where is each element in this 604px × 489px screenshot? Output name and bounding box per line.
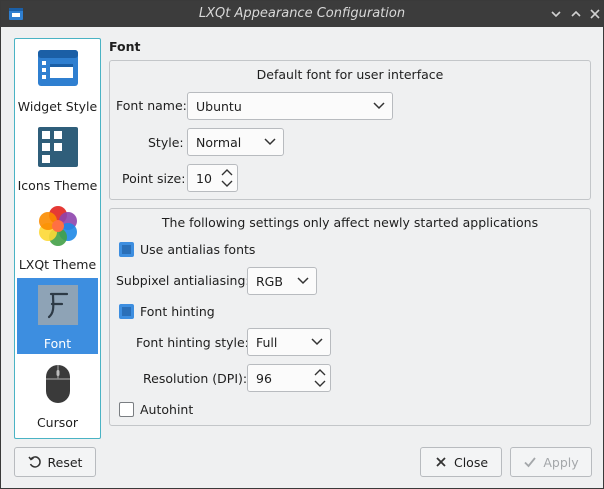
- font-name-label: Font name:: [116, 98, 187, 113]
- style-combo[interactable]: Normal: [187, 128, 284, 156]
- point-size-label: Point size:: [122, 171, 186, 186]
- autohint-label: Autohint: [140, 402, 194, 417]
- sidebar-item-lxqt-theme[interactable]: LXQt Theme: [17, 199, 98, 275]
- sidebar-item-label: Icons Theme: [17, 178, 98, 193]
- font-name-value: Ubuntu: [196, 99, 242, 114]
- antialias-label: Use antialias fonts: [140, 242, 256, 257]
- new-apps-group: The following settings only affect newly…: [109, 208, 591, 426]
- appearance-window: LXQt Appearance Configuration Widget Sty…: [0, 0, 604, 489]
- minimize-icon[interactable]: [547, 5, 565, 23]
- autohint-checkbox[interactable]: [119, 402, 134, 417]
- subpixel-label: Subpixel antialiasing:: [116, 273, 250, 288]
- point-size-value: 10: [196, 171, 212, 186]
- subpixel-value: RGB: [256, 274, 283, 289]
- close-label: Close: [453, 454, 489, 470]
- apply-label: Apply: [543, 454, 579, 470]
- title-bar[interactable]: LXQt Appearance Configuration: [1, 1, 603, 27]
- lxqt-theme-icon: [39, 206, 77, 246]
- sidebar-item-label: Widget Style: [17, 99, 98, 114]
- font-icon: [38, 285, 78, 325]
- font-hinting-checkbox[interactable]: [119, 304, 134, 319]
- reset-button[interactable]: Reset: [14, 447, 96, 477]
- default-font-group: Default font for user interface Font nam…: [109, 60, 591, 200]
- close-window-icon[interactable]: [586, 5, 604, 23]
- sidebar-item-label: Cursor: [36, 415, 79, 430]
- font-name-combo[interactable]: Ubuntu: [187, 92, 393, 120]
- widget-style-icon: [38, 50, 78, 86]
- hinting-style-combo[interactable]: Full: [247, 328, 331, 356]
- icons-theme-icon: [38, 127, 78, 167]
- point-size-spinbox[interactable]: 10: [187, 164, 238, 192]
- close-icon: [436, 457, 446, 467]
- font-hinting-label: Font hinting: [140, 304, 215, 319]
- apply-button[interactable]: Apply: [510, 447, 592, 477]
- resolution-value: 96: [256, 371, 272, 386]
- check-icon: [524, 457, 537, 468]
- group-title: Default font for user interface: [256, 67, 444, 82]
- window-title: LXQt Appearance Configuration: [198, 6, 406, 21]
- hinting-style-label: Font hinting style:: [136, 335, 249, 350]
- chevron-down-icon: [264, 138, 276, 146]
- sidebar-item-label: Font: [43, 336, 72, 351]
- spin-up-icon[interactable]: [314, 368, 326, 377]
- antialias-checkbox[interactable]: [119, 242, 134, 257]
- chevron-down-icon: [311, 338, 323, 346]
- resolution-label: Resolution (DPI):: [143, 371, 248, 386]
- spin-down-icon[interactable]: [314, 379, 326, 388]
- category-sidebar: Widget Style Icons Theme LXQt Theme Font…: [14, 38, 101, 439]
- style-label: Style:: [148, 135, 184, 150]
- subpixel-combo[interactable]: RGB: [247, 267, 317, 295]
- sidebar-item-cursor[interactable]: Cursor: [17, 357, 98, 433]
- group-title: The following settings only affect newly…: [161, 215, 539, 230]
- spin-down-icon[interactable]: [221, 179, 233, 188]
- close-button[interactable]: Close: [420, 447, 502, 477]
- chevron-down-icon: [297, 277, 309, 285]
- reset-icon: [27, 456, 41, 468]
- mouse-cursor-icon: [46, 365, 70, 403]
- reset-label: Reset: [47, 454, 83, 470]
- sidebar-item-widget-style[interactable]: Widget Style: [17, 41, 98, 117]
- sidebar-item-font[interactable]: Font: [17, 278, 98, 354]
- page-title: Font: [109, 39, 141, 54]
- spin-up-icon[interactable]: [221, 168, 233, 177]
- sidebar-item-label: LXQt Theme: [18, 257, 97, 272]
- hinting-style-value: Full: [256, 335, 278, 350]
- style-value: Normal: [196, 135, 242, 150]
- maximize-icon[interactable]: [567, 5, 585, 23]
- sidebar-item-icons-theme[interactable]: Icons Theme: [17, 120, 98, 196]
- resolution-spinbox[interactable]: 96: [247, 364, 331, 392]
- chevron-down-icon: [373, 102, 385, 110]
